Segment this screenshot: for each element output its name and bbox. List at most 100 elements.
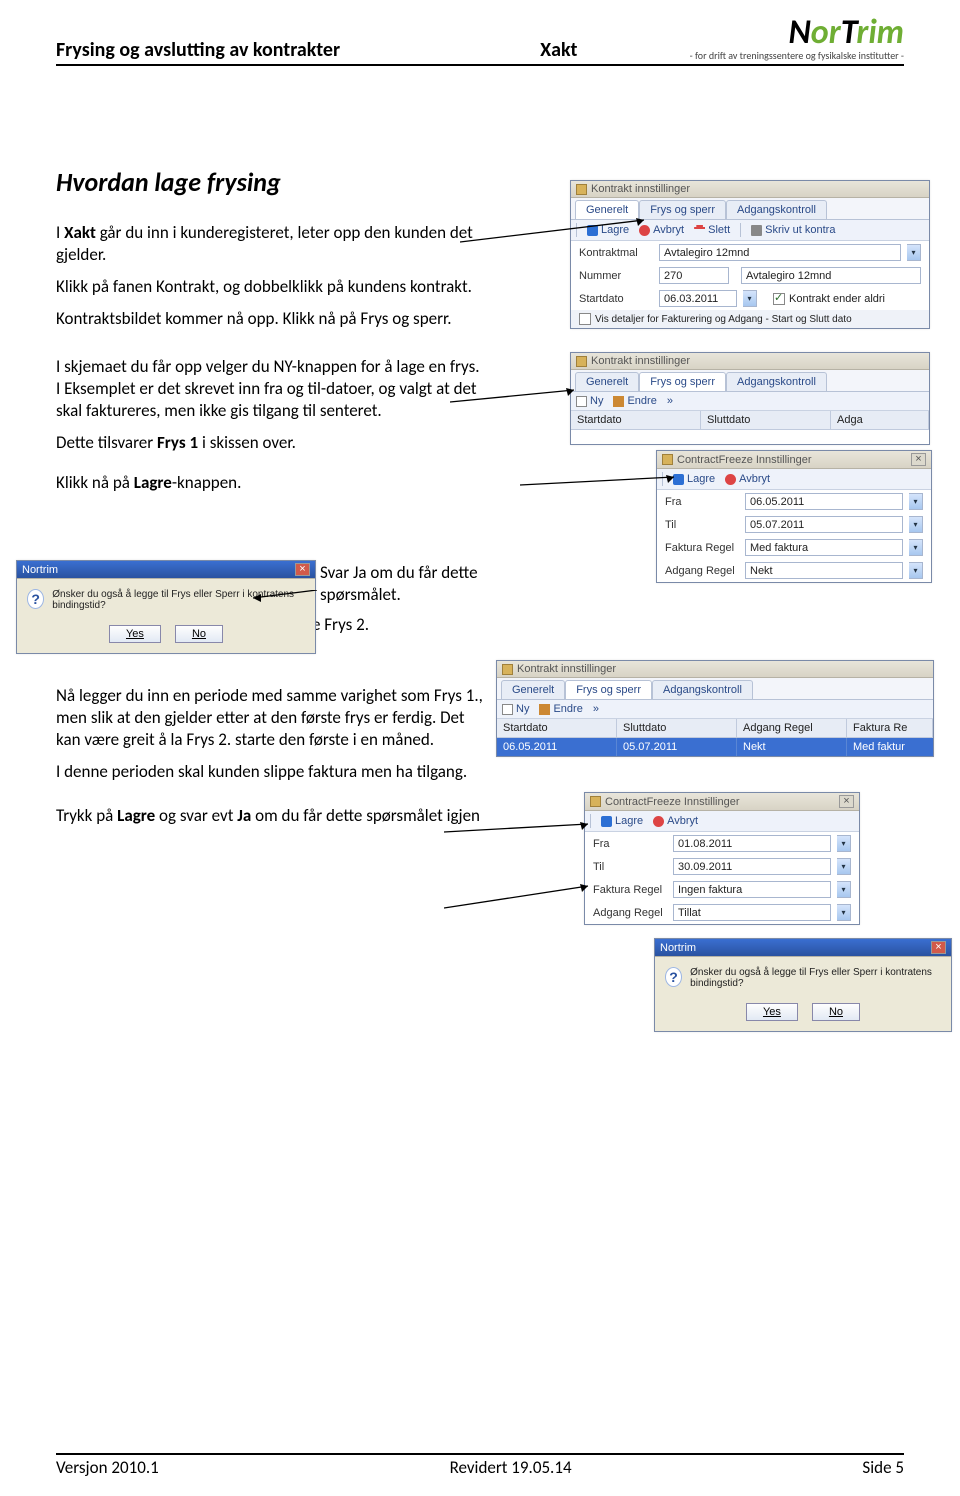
yes-button[interactable]: Yes: [746, 1003, 798, 1021]
dropdown-icon[interactable]: ▾: [909, 493, 923, 510]
tab-adgangskontroll[interactable]: Adgangskontroll: [652, 680, 753, 699]
checkbox-detaljer[interactable]: [579, 313, 591, 325]
screenshot-frys-list-2: Kontrakt innstillinger Generelt Frys og …: [496, 660, 934, 757]
logo: NorTrim - for drift av treningssentere o…: [690, 18, 904, 62]
dropdown-icon[interactable]: ▾: [907, 244, 921, 261]
label-detaljer: Vis detaljer for Fakturering og Adgang -…: [595, 314, 852, 325]
input-fra[interactable]: 01.08.2011: [673, 835, 831, 852]
col-faktura-regel: Faktura Re: [847, 719, 933, 737]
col-adgang: Adga: [831, 411, 929, 429]
dropdown-icon[interactable]: ▾: [837, 858, 851, 875]
tab-frys-sperr[interactable]: Frys og sperr: [565, 680, 652, 699]
label-ender-aldri: Kontrakt ender aldri: [789, 293, 885, 305]
input-nummer[interactable]: 270: [659, 267, 729, 284]
input-kontraktmal[interactable]: Avtalegiro 12mnd: [659, 244, 901, 261]
delete-button[interactable]: Slett: [694, 224, 730, 236]
close-button[interactable]: ×: [931, 941, 946, 954]
window-icon: [590, 796, 601, 807]
screenshot-freeze-1: ContractFreeze Innstillinger × Lagre Avbr…: [656, 450, 932, 583]
save-button[interactable]: Lagre: [587, 224, 629, 236]
screenshot-confirm-1: Nortrim× ? Ønsker du også å legge til Fr…: [16, 560, 316, 654]
window-title: Kontrakt innstillinger: [591, 355, 690, 367]
close-button[interactable]: ×: [911, 453, 926, 466]
dropdown-icon[interactable]: ▾: [909, 562, 923, 579]
cancel-icon: [639, 225, 650, 236]
cancel-icon: [653, 816, 664, 827]
input-til[interactable]: 30.09.2011: [673, 858, 831, 875]
input-faktura-regel[interactable]: Ingen faktura: [673, 881, 831, 898]
input-adgang-regel[interactable]: Nekt: [745, 562, 903, 579]
print-button[interactable]: Skriv ut kontra: [751, 224, 835, 236]
new-button[interactable]: Ny: [576, 395, 603, 407]
edit-button[interactable]: Endre: [613, 395, 656, 407]
window-icon: [576, 356, 587, 367]
save-icon: [587, 225, 598, 236]
para-1: I Xakt går du inn i kunderegisteret, let…: [56, 222, 486, 266]
input-fra[interactable]: 06.05.2011: [745, 493, 903, 510]
more-button[interactable]: »: [593, 703, 599, 715]
save-icon: [673, 474, 684, 485]
tab-frys-sperr[interactable]: Frys og sperr: [639, 200, 726, 219]
input-faktura-regel[interactable]: Med faktura: [745, 539, 903, 556]
cancel-button[interactable]: Avbryt: [639, 224, 684, 236]
close-button[interactable]: ×: [839, 795, 854, 808]
save-button[interactable]: Lagre: [601, 815, 643, 827]
label-adgang-regel: Adgang Regel: [593, 907, 667, 919]
para-8b: I denne perioden skal kunden slippe fakt…: [56, 761, 486, 783]
screenshot-kontrakt-main: Kontrakt innstillinger Generelt Frys og …: [570, 180, 930, 329]
new-icon: [502, 704, 513, 715]
new-button[interactable]: Ny: [502, 703, 529, 715]
tab-generelt[interactable]: Generelt: [501, 680, 565, 699]
save-button[interactable]: Lagre: [673, 473, 715, 485]
dialog-title: Nortrim: [660, 942, 696, 954]
arrow-icon: [444, 882, 594, 912]
cancel-button[interactable]: Avbryt: [653, 815, 698, 827]
screenshot-confirm-2: Nortrim × ? Ønsker du også å legge til Fr…: [654, 938, 952, 1032]
window-title: ContractFreeze Innstillinger: [677, 454, 812, 466]
footer-page: Side 5: [862, 1457, 904, 1478]
yes-button[interactable]: Yes: [109, 625, 161, 643]
input-startdato[interactable]: 06.03.2011: [659, 290, 737, 307]
label-startdato: Startdato: [579, 293, 653, 305]
input-til[interactable]: 05.07.2011: [745, 516, 903, 533]
input-nummer-desc[interactable]: Avtalegiro 12mnd: [741, 267, 921, 284]
tab-adgangskontroll[interactable]: Adgangskontroll: [726, 200, 827, 219]
dropdown-icon[interactable]: ▾: [837, 881, 851, 898]
edit-button[interactable]: Endre: [539, 703, 582, 715]
question-icon: ?: [27, 589, 44, 609]
page-header: Frysing og avslutting av kontrakter Xakt…: [56, 18, 904, 66]
checkbox-ender-aldri[interactable]: [773, 293, 785, 305]
label-til: Til: [593, 861, 667, 873]
print-icon: [751, 225, 762, 236]
close-button[interactable]: ×: [295, 563, 310, 576]
tab-frys-sperr[interactable]: Frys og sperr: [639, 372, 726, 391]
label-nummer: Nummer: [579, 270, 653, 282]
no-button[interactable]: No: [812, 1003, 860, 1021]
cancel-icon: [725, 474, 736, 485]
cancel-button[interactable]: Avbryt: [725, 473, 770, 485]
window-icon: [502, 664, 513, 675]
label-faktura-regel: Faktura Regel: [593, 884, 667, 896]
logo-tagline: - for drift av treningssentere og fysika…: [690, 49, 904, 62]
new-icon: [576, 396, 587, 407]
dropdown-icon[interactable]: ▾: [837, 904, 851, 921]
label-fra: Fra: [665, 496, 739, 508]
page-footer: Versjon 2010.1 Revidert 19.05.14 Side 5: [56, 1453, 904, 1478]
dropdown-icon[interactable]: ▾: [837, 835, 851, 852]
tab-generelt[interactable]: Generelt: [575, 200, 639, 219]
more-button[interactable]: »: [667, 395, 673, 407]
dropdown-icon[interactable]: ▾: [909, 539, 923, 556]
dropdown-icon[interactable]: ▾: [743, 290, 757, 307]
label-adgang-regel: Adgang Regel: [665, 565, 739, 577]
dialog-message: Ønsker du også å legge til Frys eller Sp…: [52, 589, 305, 611]
input-adgang-regel[interactable]: Tillat: [673, 904, 831, 921]
table-row[interactable]: 06.05.2011 05.07.2011 Nekt Med faktur: [497, 738, 933, 756]
dialog-message: Ønsker du også å legge til Frys eller Sp…: [690, 967, 941, 989]
edit-icon: [613, 396, 624, 407]
no-button[interactable]: No: [175, 625, 223, 643]
window-title: ContractFreeze Innstillinger: [605, 796, 740, 808]
dropdown-icon[interactable]: ▾: [909, 516, 923, 533]
tab-generelt[interactable]: Generelt: [575, 372, 639, 391]
tab-adgangskontroll[interactable]: Adgangskontroll: [726, 372, 827, 391]
question-icon: ?: [665, 967, 682, 987]
